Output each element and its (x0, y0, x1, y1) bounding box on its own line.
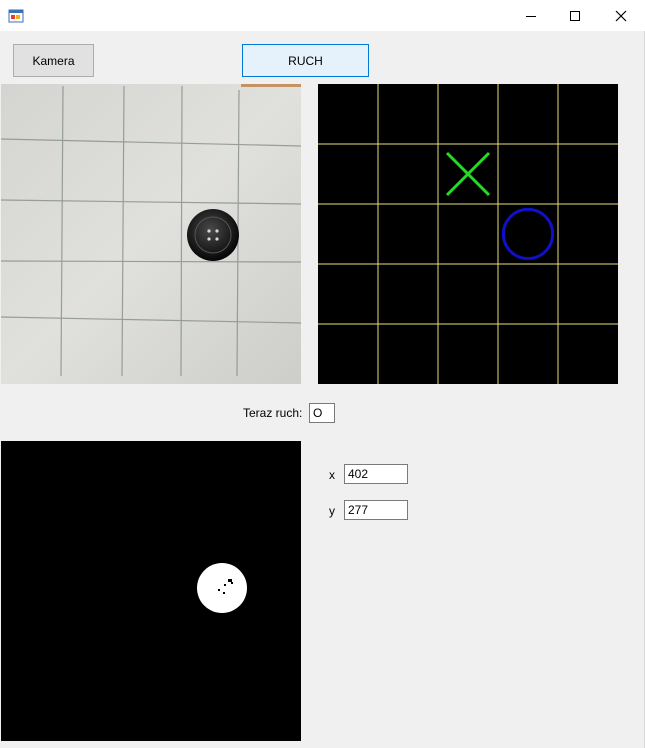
x-mark (445, 151, 491, 197)
camera-preview (1, 84, 301, 384)
mask-image (1, 441, 301, 741)
close-icon (615, 10, 627, 21)
y-field[interactable]: 277 (344, 500, 408, 520)
mask-blob (197, 563, 247, 613)
app-icon[interactable] (8, 8, 24, 24)
close-button[interactable] (598, 0, 644, 31)
minimize-icon (526, 15, 536, 17)
board-canvas (318, 84, 618, 384)
camera-image (1, 84, 301, 384)
turn-field[interactable]: O (309, 403, 335, 423)
turn-label: Teraz ruch: (243, 406, 303, 420)
camera-button[interactable]: Kamera (13, 44, 94, 77)
y-label: y (329, 504, 335, 518)
maximize-button[interactable] (552, 0, 598, 31)
game-board[interactable] (318, 84, 618, 384)
maximize-icon (570, 10, 580, 21)
title-bar (0, 0, 645, 31)
minimize-button[interactable] (508, 0, 554, 31)
mask-preview (1, 441, 301, 741)
x-field[interactable]: 402 (344, 464, 408, 484)
o-mark (501, 207, 555, 261)
x-label: x (329, 468, 335, 482)
move-button[interactable]: RUCH (242, 44, 369, 77)
